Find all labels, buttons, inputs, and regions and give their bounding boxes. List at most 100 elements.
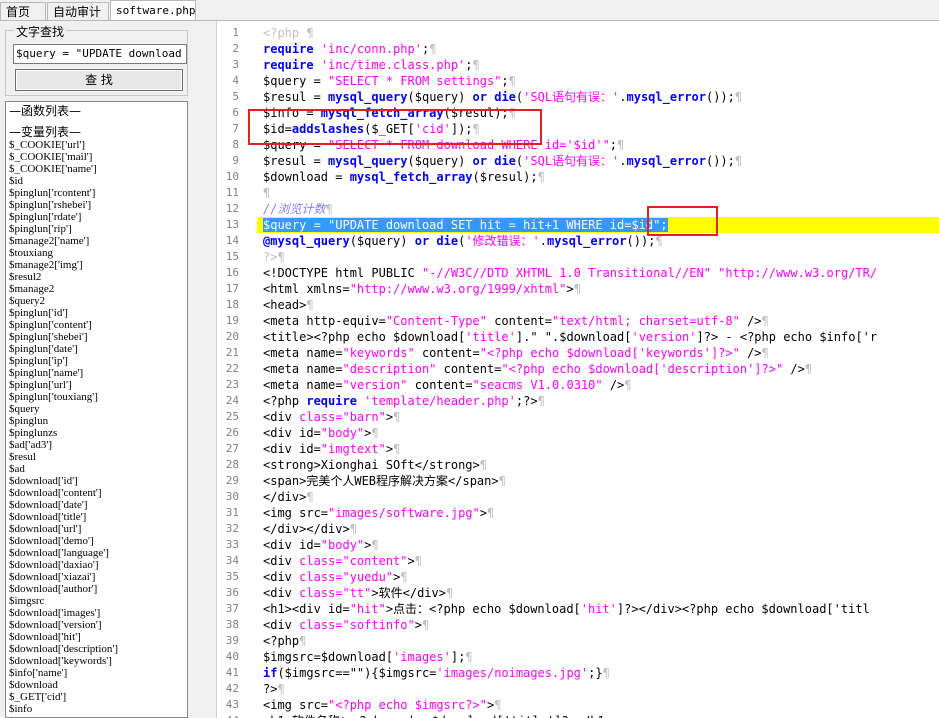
variable-item[interactable]: $resul2 bbox=[6, 271, 187, 283]
variable-item[interactable]: $download['keywords'] bbox=[6, 655, 187, 667]
code-text: <head>¶ bbox=[263, 297, 314, 313]
variable-item[interactable]: $_GET['cid'] bbox=[6, 691, 187, 703]
tab-home[interactable]: 首页 bbox=[0, 2, 46, 20]
code-line: 32 </div></div>¶ bbox=[217, 521, 939, 537]
code-token: "hit" bbox=[349, 602, 386, 616]
code-token: ¶ bbox=[617, 138, 625, 152]
variable-item[interactable]: $manage2['img'] bbox=[6, 259, 187, 271]
code-text: <div id="imgtext">¶ bbox=[263, 441, 400, 457]
variable-item[interactable]: $download['content'] bbox=[6, 487, 187, 499]
code-token: "description" bbox=[342, 362, 437, 376]
variable-item[interactable]: $ad['ad3'] bbox=[6, 439, 187, 451]
variable-item[interactable]: $download['date'] bbox=[6, 499, 187, 511]
code-token: ()); bbox=[626, 234, 656, 248]
variable-item[interactable]: $pinglun['ip'] bbox=[6, 355, 187, 367]
line-number: 16 bbox=[225, 266, 239, 279]
code-text: <title><?php echo $download['title']." "… bbox=[263, 329, 877, 345]
variable-item[interactable]: $download['images'] bbox=[6, 607, 187, 619]
variable-item[interactable]: $query2 bbox=[6, 295, 187, 307]
code-token: ¶ bbox=[429, 42, 437, 56]
variable-item[interactable]: $imgsrc bbox=[6, 595, 187, 607]
tab-auto-audit[interactable]: 自动审计 bbox=[47, 2, 109, 20]
find-button[interactable]: 查 找 bbox=[15, 69, 183, 91]
symbol-list[interactable]: —函数列表— —变量列表— $_COOKIE['url'] $_COOKIE['m… bbox=[5, 101, 188, 718]
variable-item[interactable]: $manage2['name'] bbox=[6, 235, 187, 247]
code-text: <span>完美个人WEB程序解决方案</span>¶ bbox=[263, 473, 506, 489]
variable-item[interactable]: $pinglun['rip'] bbox=[6, 223, 187, 235]
code-token: ¶ bbox=[804, 362, 813, 376]
variable-item[interactable]: $pinglun['content'] bbox=[6, 319, 187, 331]
variable-item[interactable]: $_COOKIE['mail'] bbox=[6, 151, 187, 163]
variable-item[interactable]: $download['xiazai'] bbox=[6, 571, 187, 583]
variable-item[interactable]: $ad bbox=[6, 463, 187, 475]
tab-software-php[interactable]: software.php bbox=[110, 0, 196, 21]
variable-item[interactable]: $pinglun['rshebei'] bbox=[6, 199, 187, 211]
code-token: "<?php echo $download['description']?>" bbox=[501, 362, 784, 376]
variable-item[interactable]: $pinglun['rdate'] bbox=[6, 211, 187, 223]
code-token: <strong>Xionghai SOft</strong> bbox=[263, 458, 480, 472]
variable-item[interactable]: $resul bbox=[6, 451, 187, 463]
code-token: ]." ".$download[ bbox=[515, 330, 632, 344]
variable-item[interactable]: $info bbox=[6, 703, 187, 715]
code-token: "seacms V1.0.0310" bbox=[472, 378, 603, 392]
code-editor[interactable]: 1 <?php ¶ 2 require 'inc/conn.php';¶ 3 requir… bbox=[216, 21, 939, 718]
variable-item[interactable]: $download['version'] bbox=[6, 619, 187, 631]
code-token: ¶ bbox=[508, 74, 516, 88]
code-text: </div></div>¶ bbox=[263, 521, 357, 537]
code-line: 23 <meta name="version" content="seacms V… bbox=[217, 377, 939, 393]
variable-item[interactable]: $download['daxiao'] bbox=[6, 559, 187, 571]
code-token: ¶ bbox=[498, 474, 506, 488]
code-token: <?php ¶ bbox=[263, 26, 314, 40]
variable-item[interactable]: $_COOKIE['name'] bbox=[6, 163, 187, 175]
code-token: /> bbox=[602, 378, 625, 392]
code-token: ¶ bbox=[393, 442, 401, 456]
code-token: "images/software.jpg" bbox=[328, 506, 480, 520]
variable-item[interactable]: $download['hit'] bbox=[6, 631, 187, 643]
variable-item[interactable]: $download['id'] bbox=[6, 475, 187, 487]
code-token: <div bbox=[263, 618, 300, 632]
line-number: 17 bbox=[225, 282, 239, 295]
line-number: 1 bbox=[232, 26, 239, 39]
variable-item[interactable]: $download bbox=[6, 679, 187, 691]
variable-item[interactable]: $download['language'] bbox=[6, 547, 187, 559]
variable-item[interactable]: $pinglun['id'] bbox=[6, 307, 187, 319]
variable-item[interactable]: $pinglun['rcontent'] bbox=[6, 187, 187, 199]
code-token: 'SQL语句有误：' bbox=[523, 90, 620, 104]
variable-item[interactable]: $download['author'] bbox=[6, 583, 187, 595]
variable-item[interactable]: $_COOKIE['url'] bbox=[6, 139, 187, 151]
code-line: 40 $imgsrc=$download['images'];¶ bbox=[217, 649, 939, 665]
variable-item[interactable]: $pinglun['name'] bbox=[6, 367, 187, 379]
code-token: > bbox=[385, 410, 394, 424]
variable-item[interactable]: $download['title'] bbox=[6, 511, 187, 523]
line-number: 39 bbox=[225, 634, 239, 647]
code-token: "tt" bbox=[342, 586, 372, 600]
code-token: ¶ bbox=[465, 650, 473, 664]
variable-item[interactable]: $manage2 bbox=[6, 283, 187, 295]
variable-item[interactable]: $info['name'] bbox=[6, 667, 187, 679]
annotation-box-id-param bbox=[647, 206, 718, 236]
code-token: /> bbox=[783, 362, 805, 376]
variable-item[interactable]: $download['description'] bbox=[6, 643, 187, 655]
variable-item[interactable]: $pinglun['url'] bbox=[6, 379, 187, 391]
code-token: <span>完美个人WEB程序解决方案</span> bbox=[263, 474, 499, 488]
code-token: <div bbox=[263, 570, 300, 584]
variable-item[interactable]: $query bbox=[6, 403, 187, 415]
variable-item[interactable]: $pinglun['touxiang'] bbox=[6, 391, 187, 403]
variable-item[interactable]: $download['url'] bbox=[6, 523, 187, 535]
code-token: <img src= bbox=[263, 698, 329, 712]
code-token: ($query) bbox=[407, 154, 473, 168]
code-token: ¶ bbox=[393, 410, 401, 424]
variable-item[interactable]: $pinglunzs bbox=[6, 427, 187, 439]
code-text: $query = "SELECT * FROM settings";¶ bbox=[263, 73, 516, 89]
variable-item[interactable]: $pinglun bbox=[6, 415, 187, 427]
code-token: ; bbox=[501, 74, 509, 88]
code-text: if($imgsrc==""){$imgsrc='images/noimages… bbox=[263, 665, 610, 681]
variable-item[interactable]: $download['demo'] bbox=[6, 535, 187, 547]
code-text: @mysql_query($query) or die('修改错误：'.mysq… bbox=[263, 233, 663, 249]
variable-item[interactable]: $pinglun['date'] bbox=[6, 343, 187, 355]
line-number: 41 bbox=[225, 666, 239, 679]
variable-item[interactable]: $touxiang bbox=[6, 247, 187, 259]
variable-item[interactable]: $id bbox=[6, 175, 187, 187]
search-input[interactable]: $query = "UPDATE download SE bbox=[13, 44, 187, 64]
variable-item[interactable]: $pinglun['shebei'] bbox=[6, 331, 187, 343]
